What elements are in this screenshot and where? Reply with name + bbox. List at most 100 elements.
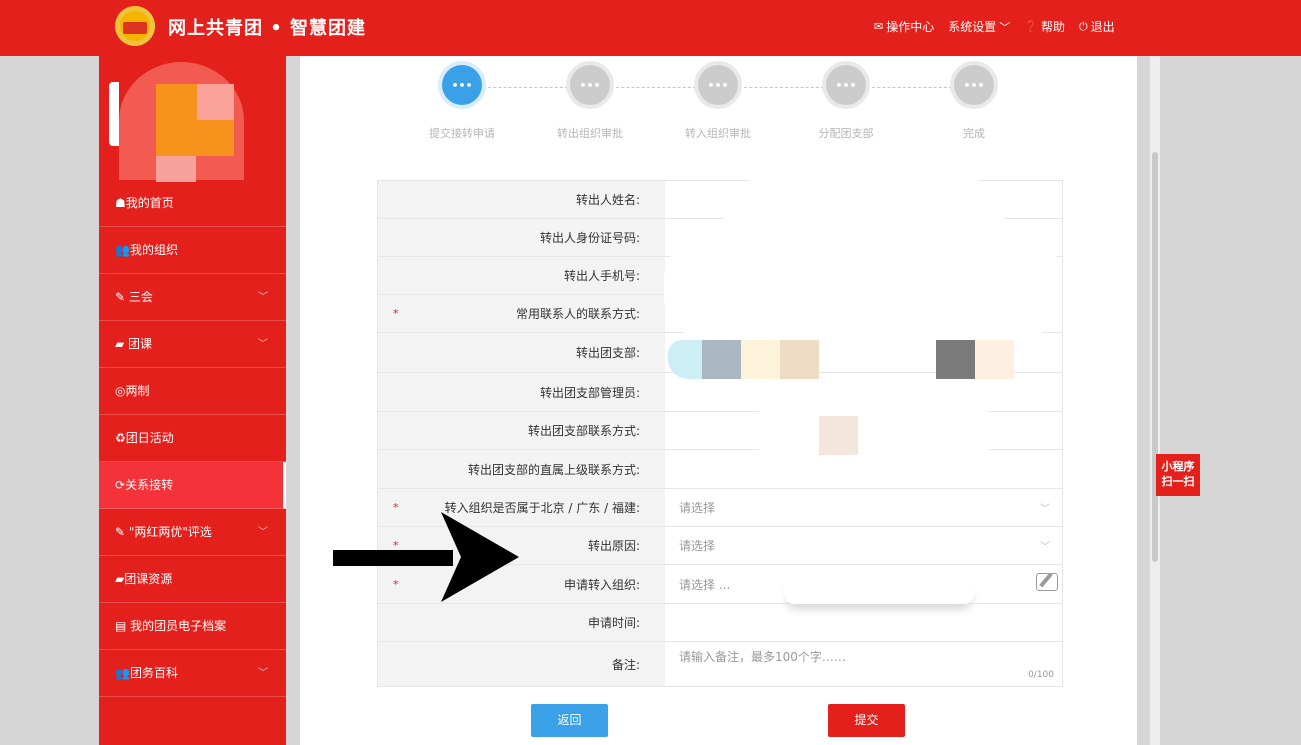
users-icon: 👥 <box>115 243 130 257</box>
transferor-id-value <box>665 219 1062 256</box>
home-icon: ☗ <box>115 196 126 210</box>
branch-admin-value <box>665 373 1062 411</box>
sidebar-item-my-org[interactable]: 👥我的组织 <box>99 227 286 274</box>
more-icon: ••• <box>698 65 738 105</box>
field-label: 转出人手机号: <box>378 257 665 294</box>
sidebar-item-home[interactable]: ☗我的首页 <box>99 180 286 227</box>
help-icon: ❓ <box>1024 20 1038 33</box>
folder-icon: ▰ <box>115 337 129 351</box>
form-row-branch: 转出团支部: <box>378 333 1062 373</box>
progress-steps: ••• 提交接转申请 ••• 转出组织审批 ••• 转入组织审批 ••• 分配团… <box>300 56 1137 166</box>
field-label-text: 申请转入组织: <box>563 577 640 592</box>
main-panel: ••• 提交接转申请 ••• 转出组织审批 ••• 转入组织审批 ••• 分配团… <box>300 56 1137 745</box>
sidebar-item-two-red-two-excellent[interactable]: ✎ "两红两优"评选 ﹀ <box>99 509 286 556</box>
users-icon: 👥 <box>115 666 130 680</box>
nav-label: 退出 <box>1090 20 1115 34</box>
region-select[interactable]: 请选择 ﹀ <box>665 489 1062 526</box>
sidebar-item-league-class[interactable]: ▰ 团课 ﹀ <box>99 321 286 368</box>
char-counter: 0/100 <box>1028 670 1054 680</box>
refresh-icon: ⟳ <box>115 478 126 492</box>
apply-date-value <box>665 604 1062 641</box>
step-out-approval: ••• 转出组织审批 <box>530 65 650 141</box>
chevron-down-icon: ﹀ <box>258 339 268 350</box>
out-branch-value <box>665 333 1062 372</box>
sidebar-item-three-meetings[interactable]: ✎ 三会 ﹀ <box>99 274 286 321</box>
sidebar-item-class-resources[interactable]: ▰团课资源 <box>99 556 286 603</box>
field-label: 转出团支部: <box>378 333 665 372</box>
chevron-down-icon: ﹀ <box>258 527 268 538</box>
power-icon: ⏻ <box>1078 19 1088 33</box>
chevron-down-icon: ﹀ <box>999 20 1011 34</box>
form-row-superior-contact: 转出团支部的直属上级联系方式: <box>378 450 1062 489</box>
sidebar-item-label: "两红两优"评选 <box>128 525 212 539</box>
arrow-annotation <box>333 512 519 602</box>
field-label: 申请时间: <box>378 604 665 641</box>
logout-link[interactable]: ⏻ 退出 <box>1079 18 1115 35</box>
field-label: * 常用联系人的联系方式: <box>378 295 665 332</box>
scrollbar-thumb[interactable] <box>1152 152 1158 562</box>
field-label: 转出人姓名: <box>378 181 665 218</box>
select-value: 请选择 ... <box>679 577 731 592</box>
operation-center-link[interactable]: ✉ 操作中心 <box>874 18 934 35</box>
sidebar-item-label: 团务百科 <box>129 666 178 680</box>
step-label: 提交接转申请 <box>429 127 495 140</box>
target-org-select[interactable]: 请选择 ... <box>665 565 1062 603</box>
chevron-down-icon: ﹀ <box>1040 542 1050 553</box>
remark-textarea[interactable]: 请输入备注，最多100个字…… 0/100 <box>665 642 1062 686</box>
recycle-icon: ♻ <box>115 431 126 445</box>
form-row-phone: 转出人手机号: <box>378 257 1062 295</box>
sidebar: ☗我的首页 👥我的组织 ✎ 三会 ﹀ ▰ 团课 ﹀ ◎两制 ♻团日活动 ⟳关系接转 … <box>99 56 286 745</box>
mini-program-badge[interactable]: 小程序 扫一扫 <box>1156 454 1200 496</box>
mini-program-label: 小程序 <box>1161 460 1195 473</box>
step-assign-branch: ••• 分配团支部 <box>786 65 906 141</box>
step-label: 完成 <box>963 127 985 140</box>
mini-program-label: 扫一扫 <box>1161 475 1195 488</box>
chevron-down-icon: ﹀ <box>1040 504 1050 515</box>
top-nav: ✉ 操作中心 系统设置 ﹀ ❓ 帮助 ⏻ 退出 <box>874 18 1115 35</box>
remark-placeholder: 请输入备注，最多100个字…… <box>679 650 846 664</box>
target-icon: ◎ <box>115 384 126 398</box>
sidebar-item-league-wiki[interactable]: 👥团务百科 ﹀ <box>99 650 286 697</box>
edit-icon[interactable] <box>1036 573 1058 591</box>
form-row-branch-contact: 转出团支部联系方式: <box>378 412 1062 450</box>
contact-input[interactable] <box>665 295 1062 332</box>
sidebar-item-label: 三会 <box>128 290 153 304</box>
transferor-name-value <box>665 181 1062 218</box>
more-icon: ••• <box>826 65 866 105</box>
sidebar-item-label: 关系接转 <box>125 478 174 492</box>
youth-league-logo <box>115 6 155 46</box>
sidebar-item-label: 团课 <box>128 337 153 351</box>
sidebar-item-label: 团日活动 <box>125 431 174 445</box>
sidebar-item-two-systems[interactable]: ◎两制 <box>99 368 286 415</box>
nav-label: 操作中心 <box>886 20 935 34</box>
select-value: 请选择 <box>679 501 716 515</box>
field-label-text: 常用联系人的联系方式: <box>515 307 640 321</box>
reason-select[interactable]: 请选择 ﹀ <box>665 527 1062 564</box>
step-complete: ••• 完成 <box>914 65 1034 141</box>
branch-contact-value <box>665 412 1062 449</box>
select-value: 请选择 <box>679 539 716 553</box>
back-button[interactable]: 返回 <box>531 704 608 737</box>
nav-label: 系统设置 <box>948 20 997 34</box>
form-row-branch-admin: 转出团支部管理员: <box>378 373 1062 412</box>
field-label: 转出团支部管理员: <box>378 373 665 411</box>
sidebar-item-label: 我的首页 <box>125 196 174 210</box>
field-label: 转出团支部的直属上级联系方式: <box>378 450 665 488</box>
required-mark: * <box>393 307 399 320</box>
field-label-text: 转出原因: <box>587 539 640 553</box>
submit-button[interactable]: 提交 <box>828 704 905 737</box>
form-row-remark: 备注: 请输入备注，最多100个字…… 0/100 <box>378 642 1062 686</box>
transferor-phone-value <box>665 257 1062 294</box>
help-link[interactable]: ❓ 帮助 <box>1024 18 1065 35</box>
sidebar-item-relation-transfer[interactable]: ⟳关系接转 <box>99 462 286 509</box>
sidebar-item-member-archive[interactable]: ▤ 我的团员电子档案 <box>99 603 286 650</box>
step-submit: ••• 提交接转申请 <box>402 65 522 141</box>
step-label: 分配团支部 <box>818 127 874 140</box>
chevron-down-icon: ﹀ <box>258 292 268 303</box>
sidebar-item-label: 我的组织 <box>129 243 178 257</box>
system-settings-dropdown[interactable]: 系统设置 ﹀ <box>948 18 1010 35</box>
step-in-approval: ••• 转入组织审批 <box>658 65 778 141</box>
nav-label: 帮助 <box>1040 20 1065 34</box>
sidebar-item-league-day[interactable]: ♻团日活动 <box>99 415 286 462</box>
sidebar-menu: ☗我的首页 👥我的组织 ✎ 三会 ﹀ ▰ 团课 ﹀ ◎两制 ♻团日活动 ⟳关系接转 … <box>99 180 286 697</box>
